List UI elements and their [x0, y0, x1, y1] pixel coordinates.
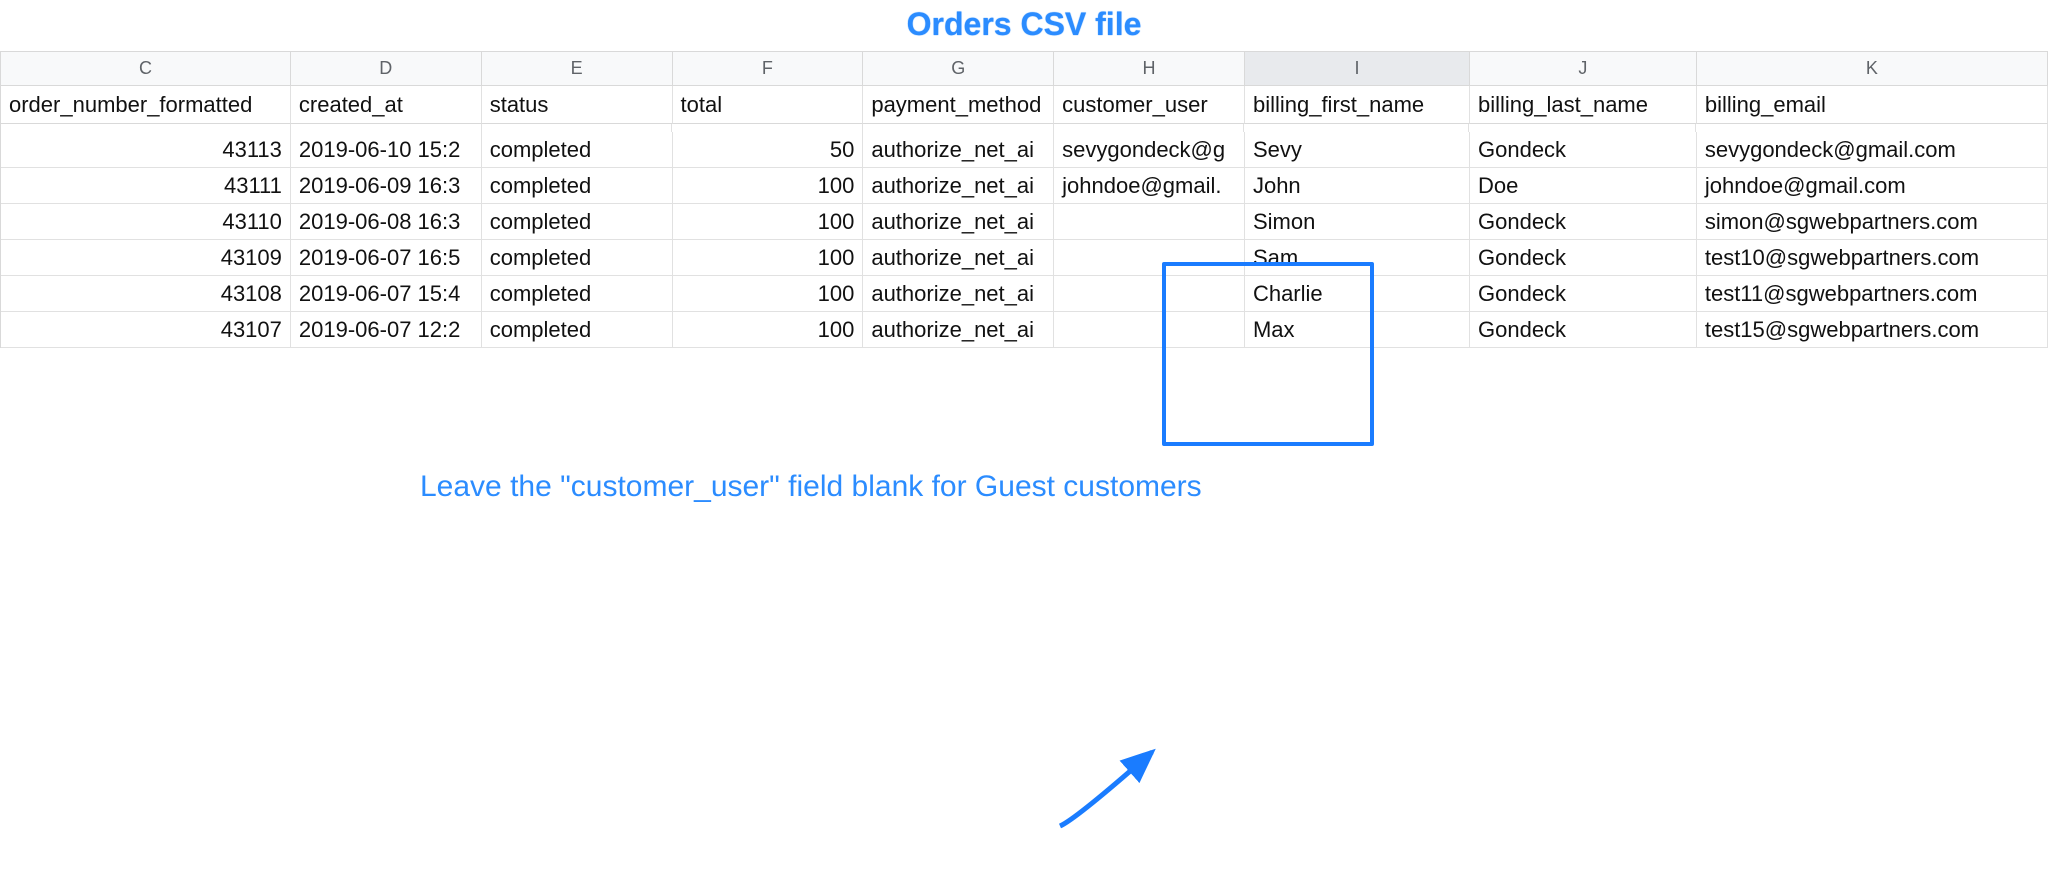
cell-customer_user[interactable] — [1054, 312, 1245, 348]
cell-payment_method[interactable]: authorize_net_ai — [863, 168, 1054, 204]
cell-total[interactable]: 50 — [673, 132, 864, 168]
table-row: 431112019-06-09 16:3completed100authoriz… — [1, 168, 2048, 204]
field-header-billing_last_name[interactable]: billing_last_name — [1470, 86, 1697, 124]
cell-total[interactable]: 100 — [673, 240, 864, 276]
field-header-total[interactable]: total — [673, 86, 864, 124]
cell-order_number_formatted[interactable]: 43109 — [1, 240, 291, 276]
cell-payment_method[interactable]: authorize_net_ai — [863, 240, 1054, 276]
cell-status[interactable]: completed — [482, 312, 673, 348]
cell-total[interactable]: 100 — [673, 276, 864, 312]
cell-billing_email[interactable]: simon@sgwebpartners.com — [1697, 204, 2048, 240]
cell-payment_method[interactable]: authorize_net_ai — [863, 204, 1054, 240]
cell-billing_email[interactable]: test10@sgwebpartners.com — [1697, 240, 2048, 276]
cell-status[interactable]: completed — [482, 132, 673, 168]
cell-billing_last_name[interactable]: Gondeck — [1470, 204, 1697, 240]
column-header-C[interactable]: C — [1, 52, 291, 86]
page-title: Orders CSV file — [0, 0, 2048, 51]
cell-status[interactable]: completed — [482, 204, 673, 240]
table-row: 431102019-06-08 16:3completed100authoriz… — [1, 204, 2048, 240]
cell-billing_first_name[interactable]: Max — [1245, 312, 1470, 348]
cell-order_number_formatted[interactable]: 43108 — [1, 276, 291, 312]
field-header-customer_user[interactable]: customer_user — [1054, 86, 1245, 124]
field-header-status[interactable]: status — [482, 86, 673, 124]
table-row: 431082019-06-07 15:4completed100authoriz… — [1, 276, 2048, 312]
cell-status[interactable]: completed — [482, 276, 673, 312]
cell-order_number_formatted[interactable]: 43110 — [1, 204, 291, 240]
cell-status[interactable]: completed — [482, 240, 673, 276]
cell-payment_method[interactable]: authorize_net_ai — [863, 132, 1054, 168]
cell-created_at[interactable]: 2019-06-08 16:3 — [291, 204, 482, 240]
cell-created_at[interactable]: 2019-06-09 16:3 — [291, 168, 482, 204]
column-header-H[interactable]: H — [1054, 52, 1245, 86]
field-header-created_at[interactable]: created_at — [291, 86, 482, 124]
field-header-payment_method[interactable]: payment_method — [863, 86, 1054, 124]
cell-order_number_formatted[interactable]: 43111 — [1, 168, 291, 204]
cell-order_number_formatted[interactable]: 43107 — [1, 312, 291, 348]
column-header-K[interactable]: K — [1697, 52, 2048, 86]
cell-created_at[interactable]: 2019-06-07 15:4 — [291, 276, 482, 312]
cell-billing_first_name[interactable]: Sam — [1245, 240, 1470, 276]
cell-billing_email[interactable]: test11@sgwebpartners.com — [1697, 276, 2048, 312]
caption-text: Leave the "customer_user" field blank fo… — [420, 470, 1202, 504]
cell-customer_user[interactable] — [1054, 240, 1245, 276]
cell-billing_email[interactable]: sevygondeck@gmail.com — [1697, 132, 2048, 168]
cell-customer_user[interactable] — [1054, 276, 1245, 312]
column-header-G[interactable]: G — [863, 52, 1054, 86]
cell-billing_email[interactable]: test15@sgwebpartners.com — [1697, 312, 2048, 348]
callout-arrow-icon — [0, 348, 2048, 872]
column-header-I[interactable]: I — [1245, 52, 1470, 86]
cell-billing_last_name[interactable]: Gondeck — [1470, 240, 1697, 276]
column-letter-row: CDEFGHIJK — [1, 52, 2048, 86]
cell-billing_first_name[interactable]: Simon — [1245, 204, 1470, 240]
field-header-row: order_number_formattedcreated_atstatusto… — [1, 86, 2048, 124]
cell-customer_user[interactable]: johndoe@gmail. — [1054, 168, 1245, 204]
cell-billing_last_name[interactable]: Doe — [1470, 168, 1697, 204]
cell-status[interactable]: completed — [482, 168, 673, 204]
cell-total[interactable]: 100 — [673, 168, 864, 204]
cell-billing_last_name[interactable]: Gondeck — [1470, 312, 1697, 348]
field-header-order_number_formatted[interactable]: order_number_formatted — [1, 86, 291, 124]
table-row: 431092019-06-07 16:5completed100authoriz… — [1, 240, 2048, 276]
cell-billing_first_name[interactable]: John — [1245, 168, 1470, 204]
cell-total[interactable]: 100 — [673, 312, 864, 348]
column-header-E[interactable]: E — [482, 52, 673, 86]
cell-created_at[interactable]: 2019-06-07 12:2 — [291, 312, 482, 348]
cell-total[interactable]: 100 — [673, 204, 864, 240]
cell-billing_first_name[interactable]: Sevy — [1245, 132, 1470, 168]
column-header-J[interactable]: J — [1470, 52, 1697, 86]
column-header-D[interactable]: D — [291, 52, 482, 86]
field-header-billing_email[interactable]: billing_email — [1697, 86, 2048, 124]
cell-created_at[interactable]: 2019-06-07 16:5 — [291, 240, 482, 276]
cell-customer_user[interactable]: sevygondeck@g — [1054, 132, 1245, 168]
column-header-F[interactable]: F — [673, 52, 864, 86]
cell-customer_user[interactable] — [1054, 204, 1245, 240]
cell-billing_last_name[interactable]: Gondeck — [1470, 276, 1697, 312]
spreadsheet: CDEFGHIJK order_number_formattedcreated_… — [0, 51, 2048, 348]
cell-payment_method[interactable]: authorize_net_ai — [863, 312, 1054, 348]
table-row: 431072019-06-07 12:2completed100authoriz… — [1, 312, 2048, 348]
cell-billing_first_name[interactable]: Charlie — [1245, 276, 1470, 312]
field-header-billing_first_name[interactable]: billing_first_name — [1245, 86, 1470, 124]
table-row: 431132019-06-10 15:2completed50authorize… — [1, 132, 2048, 168]
cell-order_number_formatted[interactable]: 43113 — [1, 132, 291, 168]
cell-billing_last_name[interactable]: Gondeck — [1470, 132, 1697, 168]
cell-created_at[interactable]: 2019-06-10 15:2 — [291, 132, 482, 168]
cell-payment_method[interactable]: authorize_net_ai — [863, 276, 1054, 312]
cell-billing_email[interactable]: johndoe@gmail.com — [1697, 168, 2048, 204]
